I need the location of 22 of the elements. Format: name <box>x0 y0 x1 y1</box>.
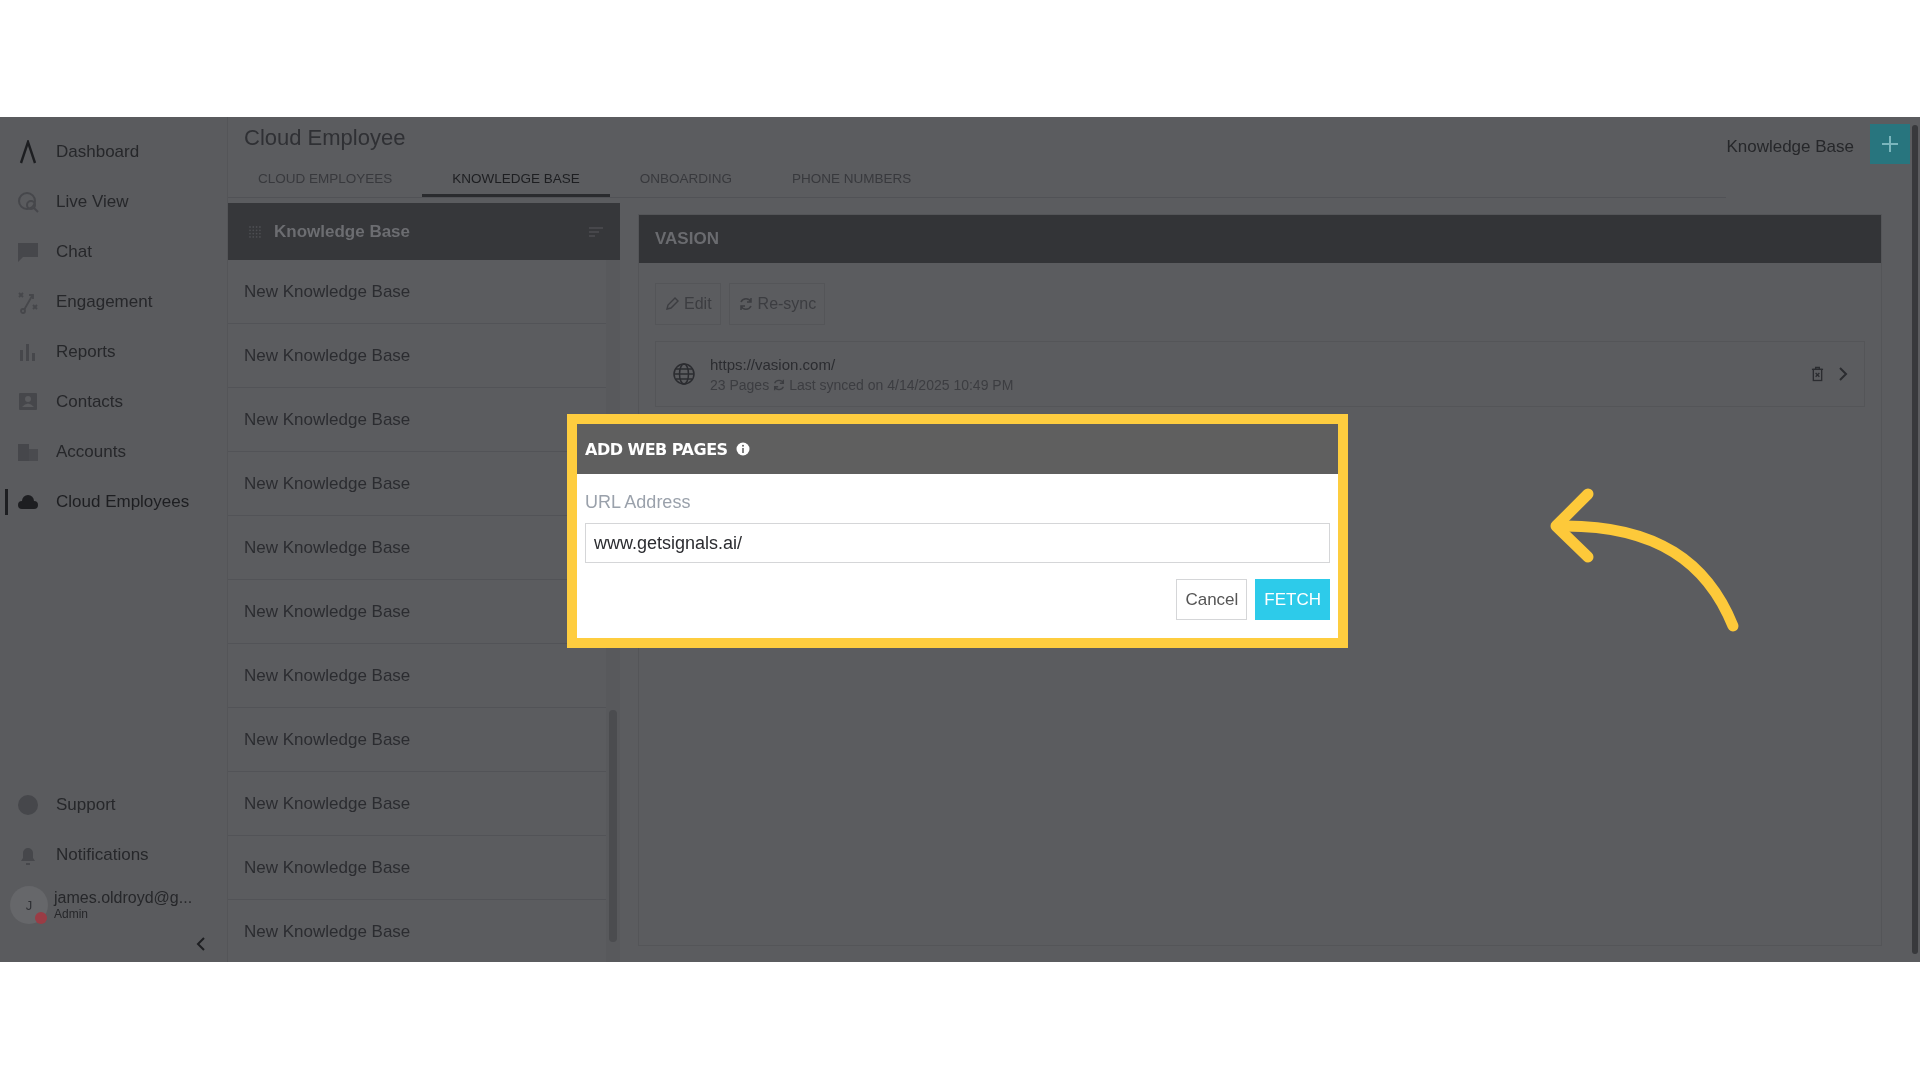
field-label: URL Address <box>585 492 692 513</box>
pencil-icon <box>664 296 680 312</box>
chevron-right-icon[interactable] <box>1838 366 1848 382</box>
page-scrollbar[interactable] <box>1912 125 1918 954</box>
delete-icon[interactable] <box>1811 366 1824 382</box>
refresh-icon <box>737 296 754 312</box>
grid-icon <box>248 224 262 239</box>
avatar[interactable]: J <box>10 886 48 924</box>
sidebar-item[interactable]: Cloud Employees <box>0 477 227 527</box>
fetch-button[interactable]: FETCH <box>1255 579 1330 620</box>
info-icon[interactable] <box>735 442 750 456</box>
url-input-field[interactable]: www.getsignals.ai/ <box>585 523 1330 563</box>
dialog-title: ADD WEB PAGES <box>585 439 728 459</box>
status-dot <box>35 912 47 924</box>
sync-icon <box>772 377 787 392</box>
cancel-button[interactable]: Cancel <box>1176 579 1248 620</box>
tab[interactable]: KNOWLEDGE BASE <box>422 171 610 197</box>
add-button[interactable] <box>1870 124 1910 164</box>
collapse-chevron-icon[interactable] <box>195 936 207 952</box>
plus-icon <box>1880 134 1900 154</box>
card-title: VASION <box>655 229 719 249</box>
globe-icon <box>672 362 696 386</box>
